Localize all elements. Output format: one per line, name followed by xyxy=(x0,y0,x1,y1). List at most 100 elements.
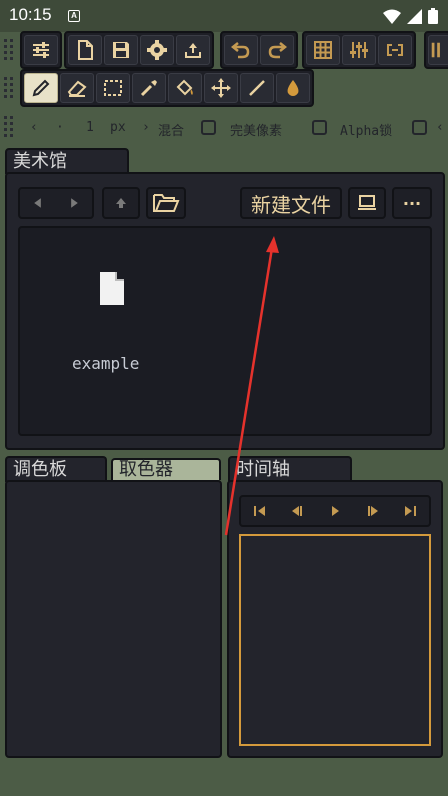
timeline-panel xyxy=(227,480,443,758)
tab-gallery[interactable]: 美术馆 xyxy=(5,148,129,174)
battery-icon xyxy=(428,8,438,24)
toolbar-group-overflow xyxy=(424,31,448,69)
new-file-button-gallery[interactable]: 新建文件 xyxy=(240,187,342,219)
preferences-button[interactable] xyxy=(140,35,174,65)
export-button[interactable] xyxy=(176,35,210,65)
new-file-label: 新建文件 xyxy=(251,192,331,217)
redo-icon xyxy=(268,42,288,59)
fill-icon xyxy=(176,79,193,96)
toolbar-group-view xyxy=(302,31,416,69)
status-bar: 10:15 A xyxy=(0,0,448,32)
eyedropper-tool-button[interactable] xyxy=(132,73,166,103)
size-value[interactable]: 1 xyxy=(86,120,94,135)
new-file-icon xyxy=(78,40,93,60)
select-tool-button[interactable] xyxy=(96,73,130,103)
playback-controls xyxy=(239,495,431,527)
forward-arrow-icon[interactable] xyxy=(56,193,92,213)
alpha-lock-checkbox[interactable] xyxy=(412,120,427,135)
shade-tool-button[interactable] xyxy=(276,73,310,103)
layers-icon xyxy=(431,42,440,58)
back-arrow-icon[interactable] xyxy=(20,193,56,213)
redo-button[interactable] xyxy=(260,35,294,65)
alpha-lock-label: Alpha锁 xyxy=(340,124,393,139)
eraser-tool-button[interactable] xyxy=(60,73,94,103)
levels-icon xyxy=(350,42,368,58)
display-mode-button[interactable] xyxy=(348,187,386,219)
move-icon xyxy=(211,78,231,98)
tools-grip-icon[interactable] xyxy=(4,77,16,99)
new-file-button[interactable] xyxy=(68,35,102,65)
tab-timeline[interactable]: 时间轴 xyxy=(228,456,352,482)
folder-open-icon xyxy=(153,194,180,212)
export-icon xyxy=(185,43,201,58)
grid-button[interactable] xyxy=(306,35,340,65)
eraser-icon xyxy=(67,80,87,97)
play-icon[interactable] xyxy=(325,502,345,520)
toolbar-group-history xyxy=(220,31,298,69)
size-decrease-icon[interactable]: ‹ xyxy=(30,120,38,135)
gallery-nav-group xyxy=(18,187,94,219)
tool-options-bar: ‹ · 1 px › 混合 完美像素 Alpha锁 ‹ xyxy=(0,112,448,144)
settings-button[interactable] xyxy=(24,35,58,65)
size-unit: px xyxy=(110,120,126,135)
line-icon xyxy=(249,80,265,96)
move-tool-button[interactable] xyxy=(204,73,238,103)
palette-panel xyxy=(5,480,222,758)
blend-checkbox[interactable] xyxy=(201,120,216,135)
wifi-icon xyxy=(383,9,401,24)
timeline-frames-area[interactable] xyxy=(239,534,431,746)
gallery-panel: 新建文件 ··· example xyxy=(5,172,445,450)
toolbar-grip-icon[interactable] xyxy=(4,39,16,61)
last-frame-icon[interactable] xyxy=(400,502,420,520)
prev-frame-icon[interactable] xyxy=(287,502,307,520)
blend-label: 混合 xyxy=(158,124,185,139)
pencil-icon xyxy=(32,79,50,97)
options-scroll-icon[interactable]: ‹ xyxy=(436,120,444,135)
file-name: example xyxy=(72,354,140,373)
first-frame-icon[interactable] xyxy=(250,502,270,520)
loop-button[interactable] xyxy=(378,35,412,65)
undo-button[interactable] xyxy=(224,35,258,65)
next-frame-icon[interactable] xyxy=(363,502,383,520)
save-button[interactable] xyxy=(104,35,138,65)
line-tool-button[interactable] xyxy=(240,73,274,103)
tools-toolbar xyxy=(0,69,448,107)
tools-group xyxy=(20,69,314,107)
system-icons xyxy=(383,8,438,24)
shade-icon xyxy=(287,80,299,96)
eyedropper-icon xyxy=(140,80,157,97)
file-icon xyxy=(100,272,124,305)
undo-icon xyxy=(230,42,250,59)
notification-badge: A xyxy=(68,10,80,22)
perfect-pixel-checkbox[interactable] xyxy=(312,120,327,135)
file-browser: example xyxy=(18,226,432,436)
perfect-pixel-label: 完美像素 xyxy=(230,124,283,139)
toolbar-group-file xyxy=(64,31,214,69)
display-icon xyxy=(358,195,376,210)
pencil-tool-button[interactable] xyxy=(24,73,58,103)
select-icon xyxy=(104,80,122,96)
grid-icon xyxy=(314,41,332,59)
open-folder-button[interactable] xyxy=(146,187,186,219)
up-arrow-icon xyxy=(116,198,126,208)
more-icon: ··· xyxy=(402,193,422,213)
size-increase-icon[interactable]: › xyxy=(142,120,150,135)
signal-icon xyxy=(407,8,422,24)
tab-color-picker[interactable]: 取色器 xyxy=(111,458,221,480)
toolbar-group-settings xyxy=(20,31,62,69)
overflow-button[interactable] xyxy=(428,35,448,65)
loop-icon xyxy=(387,44,403,56)
dot-icon: · xyxy=(56,120,64,135)
fill-tool-button[interactable] xyxy=(168,73,202,103)
status-time: 10:15 xyxy=(9,5,52,24)
gear-icon xyxy=(147,40,167,60)
more-button[interactable]: ··· xyxy=(392,187,432,219)
file-item[interactable]: example xyxy=(60,268,170,378)
main-toolbar xyxy=(0,31,448,69)
settings-sliders-icon xyxy=(33,42,49,58)
tab-palette[interactable]: 调色板 xyxy=(5,456,107,482)
adjust-button[interactable] xyxy=(342,35,376,65)
parent-folder-button[interactable] xyxy=(102,187,140,219)
save-icon xyxy=(113,42,129,58)
options-grip-icon[interactable] xyxy=(4,116,16,138)
